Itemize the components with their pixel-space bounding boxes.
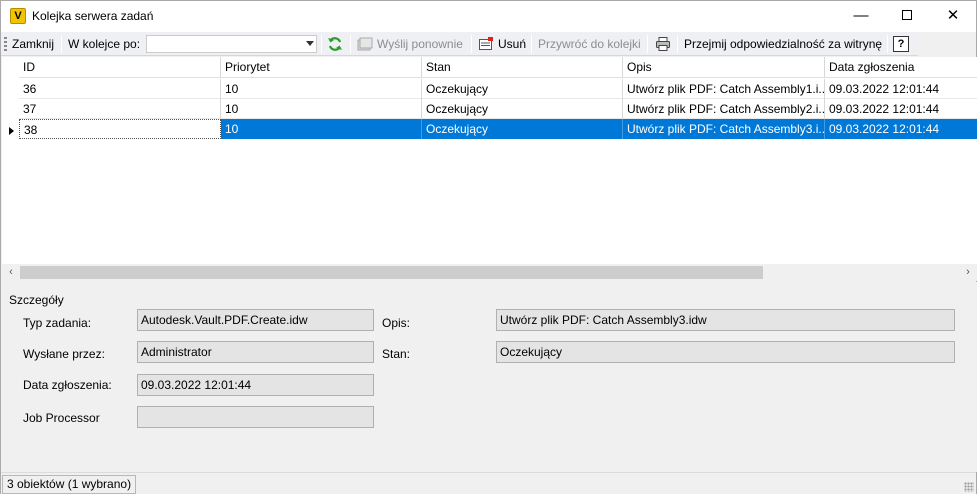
cell-description: Utwórz plik PDF: Catch Assembly3.i...	[623, 119, 825, 139]
cell-description: Utwórz plik PDF: Catch Assembly2.i...	[623, 99, 825, 119]
cell-state: Oczekujący	[422, 79, 623, 99]
job-processor-field[interactable]	[137, 406, 374, 428]
date-field[interactable]: 09.03.2022 12:01:44	[137, 374, 374, 396]
cell-id: 37	[19, 99, 221, 119]
details-panel: Szczegóły Typ zadania: Autodesk.Vault.PD…	[2, 282, 977, 472]
print-icon[interactable]	[655, 36, 671, 52]
scroll-left-icon[interactable]: ‹	[6, 266, 16, 279]
column-header-state[interactable]: Stan	[422, 57, 623, 78]
toolbar-separator	[471, 35, 472, 53]
description-field[interactable]: Utwórz plik PDF: Catch Assembly3.idw	[496, 309, 955, 331]
horizontal-scrollbar[interactable]: ‹ ›	[2, 264, 977, 281]
current-row-indicator-icon	[9, 127, 14, 135]
toolbar-separator	[647, 35, 648, 53]
table-header: ID Priorytet Stan Opis Data zgłoszenia	[19, 57, 977, 78]
restore-to-queue-button[interactable]: Przywróć do kolejki	[538, 32, 641, 56]
cell-priority: 10	[221, 99, 422, 119]
column-header-date[interactable]: Data zgłoszenia	[825, 57, 977, 78]
resend-icon	[357, 37, 373, 51]
delete-icon	[479, 37, 493, 50]
help-icon[interactable]: ?	[893, 36, 909, 52]
maximize-icon	[902, 10, 912, 21]
status-text: 3 obiektów (1 wybrano)	[2, 475, 137, 494]
state-field[interactable]: Oczekujący	[496, 341, 955, 363]
table-row-selected[interactable]: 38 10 Oczekujący Utwórz plik PDF: Catch …	[19, 119, 977, 139]
delete-button[interactable]: Usuń	[498, 32, 526, 56]
resize-grip-icon[interactable]	[964, 482, 974, 492]
toolbar-separator	[61, 35, 62, 53]
toolbar-separator	[531, 35, 532, 53]
description-label: Opis:	[382, 316, 411, 330]
cell-state: Oczekujący	[422, 119, 623, 139]
status-bar: 3 obiektów (1 wybrano)	[1, 472, 976, 494]
refresh-icon[interactable]	[327, 36, 343, 52]
column-header-description[interactable]: Opis	[623, 57, 825, 78]
minimize-icon: —	[853, 7, 869, 24]
job-type-field[interactable]: Autodesk.Vault.PDF.Create.idw	[137, 309, 374, 331]
toolbar-separator	[321, 35, 322, 53]
cell-date: 09.03.2022 12:01:44	[825, 119, 977, 139]
job-queue-window: V Kolejka serwera zadań — ✕ Zamknij W ko…	[0, 0, 977, 494]
date-label: Data zgłoszenia:	[23, 378, 112, 392]
toolbar: Zamknij W kolejce po: Wyślij ponownie Us…	[1, 32, 918, 56]
cell-id: 36	[19, 79, 221, 99]
maximize-button[interactable]	[884, 1, 930, 32]
cell-date: 09.03.2022 12:01:44	[829, 102, 940, 116]
cell-description: Utwórz plik PDF: Catch Assembly1.i...	[623, 79, 825, 99]
toolbar-separator	[887, 35, 888, 53]
toolbar-separator	[350, 35, 351, 53]
scrollbar-thumb[interactable]	[20, 266, 763, 279]
details-title: Szczegóły	[9, 293, 64, 307]
job-processor-label: Job Processor	[23, 411, 100, 425]
cell-date: 09.03.2022 12:01:44	[829, 82, 940, 96]
sent-by-label: Wysłane przez:	[23, 347, 105, 361]
cell-id: 38	[19, 119, 221, 139]
table-row[interactable]: 36 10 Oczekujący Utwórz plik PDF: Catch …	[19, 79, 977, 99]
scroll-right-icon[interactable]: ›	[963, 266, 973, 279]
toolbar-separator	[677, 35, 678, 53]
close-button[interactable]: Zamknij	[12, 32, 54, 56]
cell-priority: 10	[221, 79, 422, 99]
title-bar[interactable]: V Kolejka serwera zadań — ✕	[1, 1, 976, 32]
cell-state: Oczekujący	[422, 99, 623, 119]
queue-filter-dropdown[interactable]	[146, 35, 317, 53]
job-type-label: Typ zadania:	[23, 316, 92, 330]
queue-filter-label: W kolejce po:	[68, 37, 141, 51]
close-window-button[interactable]: ✕	[930, 1, 976, 32]
sent-by-field[interactable]: Administrator	[137, 341, 374, 363]
chevron-down-icon	[306, 41, 314, 46]
column-header-priority[interactable]: Priorytet	[221, 57, 422, 78]
take-site-ownership-button[interactable]: Przejmij odpowiedzialność za witrynę	[684, 32, 882, 56]
toolbar-grip[interactable]	[4, 37, 7, 51]
app-vault-icon: V	[10, 8, 26, 24]
cell-priority: 10	[221, 119, 422, 139]
close-icon: ✕	[946, 7, 960, 24]
window-title: Kolejka serwera zadań	[32, 9, 154, 23]
resend-button[interactable]: Wyślij ponownie	[377, 32, 463, 56]
minimize-button[interactable]: —	[838, 1, 884, 32]
column-header-id[interactable]: ID	[19, 57, 221, 78]
job-queue-table[interactable]: ID Priorytet Stan Opis Data zgłoszenia 3…	[2, 57, 977, 280]
state-label: Stan:	[382, 347, 411, 361]
table-row[interactable]: 37 10 Oczekujący Utwórz plik PDF: Catch …	[19, 99, 977, 119]
